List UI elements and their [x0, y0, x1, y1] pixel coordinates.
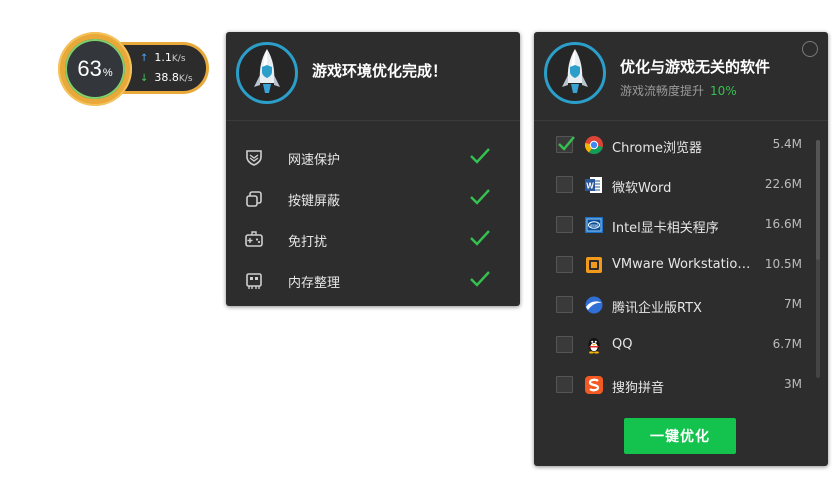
memory-usage-percent-value: 63: [77, 56, 102, 81]
upload-speed-value: 1.1: [154, 51, 172, 64]
upload-speed: ↑ 1.1K/s: [140, 51, 186, 64]
subtitle-percent: 10%: [710, 84, 737, 98]
feature-label: 网速保护: [288, 153, 341, 168]
app-size: 7M: [784, 297, 802, 311]
feature-label: 内存整理: [288, 276, 341, 291]
memory-icon: [246, 273, 262, 289]
download-speed-unit: K/s: [178, 74, 193, 84]
memory-usage-percent-unit: %: [102, 67, 113, 79]
panel-header: 游戏环境优化完成！: [226, 32, 520, 121]
rocket-logo-icon: [544, 42, 606, 104]
panel-subtitle: 游戏流畅度提升 10%: [620, 82, 737, 99]
sogou-icon: [585, 376, 603, 394]
app-size: 3M: [784, 377, 802, 391]
app-size: 10.5M: [764, 257, 802, 271]
check-icon: [470, 271, 490, 287]
svg-text:W: W: [586, 182, 594, 191]
download-speed-value: 38.8: [154, 71, 179, 84]
qq-penguin-icon: [588, 338, 600, 354]
one-click-optimize-button[interactable]: 一键优化: [624, 418, 736, 454]
word-icon: W: [585, 177, 602, 193]
optimization-complete-panel: 游戏环境优化完成！ 网速保护 按键屏蔽 免打扰 内存整理: [226, 32, 520, 306]
svg-text:intel: intel: [590, 223, 598, 228]
upload-arrow-icon: ↑: [140, 53, 149, 64]
app-checkbox[interactable]: [556, 176, 573, 193]
feature-row-network-protect: 网速保护: [226, 136, 520, 177]
app-checkbox[interactable]: [556, 216, 573, 233]
app-row[interactable]: intel Intel显卡相关程序 16.6M: [534, 205, 806, 245]
feature-row-do-not-disturb: 免打扰: [226, 218, 520, 259]
panel-title: 游戏环境优化完成！: [312, 62, 448, 80]
memory-usage-percent: 63%: [77, 56, 112, 82]
vmware-icon: [586, 257, 602, 273]
chrome-icon: [584, 136, 603, 155]
app-name: QQ: [612, 337, 633, 352]
subtitle-text: 游戏流畅度提升: [620, 84, 705, 98]
app-name: Intel显卡相关程序: [612, 221, 719, 236]
app-checkbox[interactable]: [556, 296, 573, 313]
panel-header: 优化与游戏无关的软件 游戏流畅度提升 10%: [534, 32, 828, 121]
panel-title: 优化与游戏无关的软件: [620, 58, 771, 76]
close-icon[interactable]: [802, 41, 818, 57]
app-name: 腾讯企业版RTX: [612, 301, 702, 316]
scrollbar-thumb[interactable]: [816, 140, 820, 260]
feature-label: 按键屏蔽: [288, 194, 341, 209]
app-name: 微软Word: [612, 181, 672, 196]
upload-speed-unit: K/s: [171, 54, 186, 64]
app-size: 16.6M: [764, 217, 802, 231]
check-icon: [470, 189, 490, 205]
download-arrow-icon: ↓: [140, 73, 149, 84]
check-icon: [470, 148, 490, 164]
app-checkbox[interactable]: [556, 336, 573, 353]
app-checkbox[interactable]: [556, 256, 573, 273]
app-name: 搜狗拼音: [612, 381, 665, 396]
app-name: Chrome浏览器: [612, 141, 702, 156]
app-row[interactable]: 腾讯企业版RTX 7M: [534, 285, 806, 325]
app-checkbox[interactable]: [556, 136, 575, 153]
feature-row-memory-cleanup: 内存整理: [226, 259, 520, 300]
download-speed: ↓ 38.8K/s: [140, 71, 193, 84]
checkmark-icon: [558, 136, 575, 151]
memory-usage-ball[interactable]: 63%: [58, 32, 132, 106]
memory-usage-ball-inner: 63%: [65, 39, 125, 99]
rocket-logo-icon: [236, 42, 298, 104]
app-row[interactable]: Chrome浏览器 5.4M: [534, 125, 806, 165]
app-size: 22.6M: [764, 177, 802, 191]
app-size: 5.4M: [772, 137, 802, 151]
intel-icon: intel: [585, 217, 603, 233]
unrelated-apps-panel: 优化与游戏无关的软件 游戏流畅度提升 10% Chrome浏览器 5.4M W 微…: [534, 32, 828, 466]
app-list-scrollbar[interactable]: [816, 140, 820, 378]
feature-label: 免打扰: [288, 235, 328, 250]
app-row[interactable]: VMware Workstation Pro 10.5M: [534, 245, 806, 285]
app-name: VMware Workstation Pro: [612, 257, 752, 272]
check-icon: [470, 230, 490, 246]
feature-row-key-block: 按键屏蔽: [226, 177, 520, 218]
app-row[interactable]: QQ 6.7M: [534, 325, 806, 365]
speed-ball-widget[interactable]: ↑ 1.1K/s ↓ 38.8K/s 63%: [58, 32, 210, 106]
app-row[interactable]: W 微软Word 22.6M: [534, 165, 806, 205]
app-row[interactable]: 搜狗拼音 3M: [534, 365, 806, 405]
app-checkbox[interactable]: [556, 376, 573, 393]
rtx-icon: [585, 296, 603, 314]
gamepad-icon: [245, 231, 263, 247]
shield-icon: [246, 150, 262, 166]
key-block-icon: [246, 191, 262, 207]
app-size: 6.7M: [772, 337, 802, 351]
